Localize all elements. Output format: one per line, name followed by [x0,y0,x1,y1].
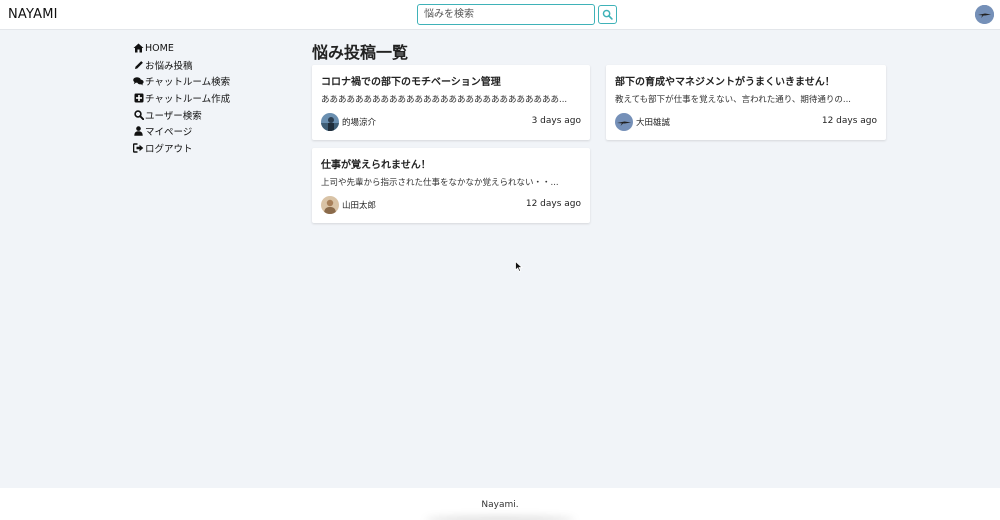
post-card[interactable]: 部下の育成やマネジメントがうまくいきません！ 教えても部下が仕事を覚えない、言わ… [606,65,886,140]
user-avatar[interactable] [975,5,994,24]
post-time: 12 days ago [821,116,877,126]
search-icon [133,109,144,120]
sidebar-item-label: ユーザー検索 [145,110,202,122]
sidebar-item-mypage[interactable]: マイページ [133,123,283,140]
sidebar-item-label: チャットルーム検索 [145,77,231,89]
top-navbar: NAYAMI [0,0,1000,30]
sidebar-item-user-search[interactable]: ユーザー検索 [133,106,283,123]
author-avatar[interactable] [321,196,339,214]
search-icon [602,9,613,20]
post-title[interactable]: 仕事が覚えられません！ [321,156,431,171]
plus-square-icon [133,93,144,104]
author-avatar[interactable] [321,113,339,131]
author-name[interactable]: 大田雄誠 [636,116,670,128]
sidebar-nav: HOME お悩み投稿 チャットルーム検索 チャットルーム作成 ユーザー検索 マイ… [133,40,283,156]
sidebar-item-label: チャットルーム作成 [145,94,231,106]
search-input[interactable] [417,4,595,25]
footer-text: Nayami. [481,500,519,510]
brand-logo[interactable]: NAYAMI [8,7,58,22]
sidebar-item-chatroom-create[interactable]: チャットルーム作成 [133,90,283,107]
user-icon [133,126,144,137]
search-button[interactable] [598,5,617,24]
post-time: 3 days ago [531,116,581,126]
sidebar-item-post[interactable]: お悩み投稿 [133,57,283,74]
post-excerpt: 教えても部下が仕事を覚えない、言われた通り、期待通りの... [615,95,851,105]
sidebar-item-label: ログアウト [145,143,193,155]
author-name[interactable]: 山田太郎 [342,199,376,211]
sidebar-item-home[interactable]: HOME [133,40,283,57]
page-title: 悩み投稿一覧 [312,43,409,62]
author-avatar[interactable] [615,113,633,131]
sidebar-item-logout[interactable]: ログアウト [133,140,283,157]
home-icon [133,43,144,54]
post-card[interactable]: 仕事が覚えられません！ 上司や先輩から指示された仕事をなかなか覚えられない・・.… [312,148,590,223]
sidebar-item-label: お悩み投稿 [145,60,193,72]
post-title[interactable]: 部下の育成やマネジメントがうまくいきません！ [615,73,835,88]
footer: Nayami. [0,488,1000,520]
pencil-icon [133,59,144,70]
sign-out-icon [133,142,144,153]
post-excerpt: ああああああああああああああああああああああああああああ... [321,95,568,105]
sidebar-item-chatroom-search[interactable]: チャットルーム検索 [133,73,283,90]
post-excerpt: 上司や先輩から指示された仕事をなかなか覚えられない・・... [321,178,559,188]
post-title[interactable]: コロナ禍での部下のモチベーション管理 [321,73,501,88]
author-name[interactable]: 的場涼介 [342,116,376,128]
sidebar-item-label: HOME [145,42,174,54]
sidebar-item-label: マイページ [145,127,193,139]
mouse-cursor-icon [515,261,523,272]
post-time: 12 days ago [525,199,581,209]
comments-icon [133,76,144,87]
post-card[interactable]: コロナ禍での部下のモチベーション管理 あああああああああああああああああああああ… [312,65,590,140]
footer-shadow [425,516,575,520]
